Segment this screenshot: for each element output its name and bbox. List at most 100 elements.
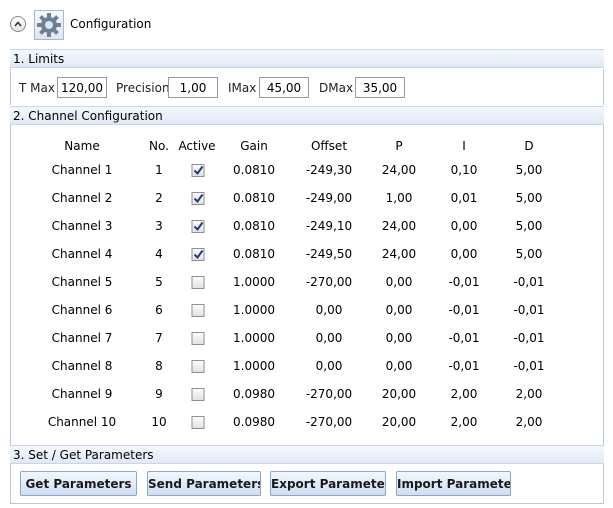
col-header-name: Name [64, 139, 100, 153]
channel-name-cell: Channel 6 [51, 303, 113, 317]
channel-name-cell: Channel 5 [51, 275, 113, 289]
channel-active-checkbox[interactable] [191, 192, 205, 205]
channel-p-cell: 0,00 [385, 359, 413, 373]
channel-p-cell: 24,00 [381, 219, 417, 233]
channel-offset-cell: -249,30 [305, 163, 353, 177]
channel-name-cell: Channel 9 [51, 387, 113, 401]
channel-d-cell: 5,00 [515, 191, 543, 205]
check-icon [193, 193, 204, 204]
col-header-offset: Offset [310, 139, 348, 153]
export-parameter-button[interactable]: Export Parameter [270, 471, 386, 496]
channel-name-cell: Channel 1 [51, 163, 113, 177]
channel-active-checkbox[interactable] [191, 276, 205, 289]
channel-d-cell: -0,01 [513, 275, 545, 289]
channel-gain-cell: 1.0000 [233, 275, 275, 289]
channel-i-cell: 2,00 [450, 387, 478, 401]
channel-no-cell: 6 [155, 303, 163, 317]
channel-gain-cell: 1.0000 [233, 331, 275, 345]
channel-d-cell: 5,00 [515, 247, 543, 261]
channel-gain-cell: 0.0980 [233, 415, 275, 429]
channel-d-cell: 2,00 [515, 415, 543, 429]
channel-p-cell: 0,00 [385, 275, 413, 289]
channel-offset-cell: -249,50 [305, 247, 353, 261]
col-header-gain: Gain [240, 139, 268, 153]
tmax-input[interactable] [57, 77, 107, 98]
channel-offset-cell: -270,00 [305, 415, 353, 429]
channel-offset-cell: -249,00 [305, 191, 353, 205]
precision-input[interactable] [168, 77, 218, 98]
channel-p-cell: 1,00 [385, 191, 413, 205]
col-header-d: D [524, 139, 534, 153]
channel-table: Name No. Active Gain Offset P I D Channe… [10, 125, 604, 445]
params-buttons-row: Get Parameters Send Parameters Export Pa… [10, 464, 604, 504]
channel-name-cell: Channel 2 [51, 191, 113, 205]
check-icon [193, 165, 204, 176]
channel-i-cell: 2,00 [450, 415, 478, 429]
channel-i-cell: -0,01 [448, 303, 480, 317]
channel-active-checkbox[interactable] [191, 220, 205, 233]
channel-no-cell: 1 [155, 163, 163, 177]
channel-offset-cell: 0,00 [315, 359, 343, 373]
imax-input[interactable] [259, 77, 309, 98]
col-header-i: I [462, 139, 466, 153]
channel-section-header: 2. Channel Configuration [10, 106, 604, 125]
channel-i-cell: 0,00 [450, 219, 478, 233]
channel-d-cell: 5,00 [515, 163, 543, 177]
channel-d-cell: 5,00 [515, 219, 543, 233]
col-header-p: P [395, 139, 403, 153]
channel-offset-cell: -270,00 [305, 275, 353, 289]
import-parameter-button[interactable]: Import Parameter [396, 471, 511, 496]
channel-offset-cell: -270,00 [305, 387, 353, 401]
channel-no-cell: 8 [155, 359, 163, 373]
channel-no-cell: 2 [155, 191, 163, 205]
limits-section-header: 1. Limits [10, 49, 604, 68]
channel-p-cell: 0,00 [385, 331, 413, 345]
col-header-no: No. [149, 139, 169, 153]
check-icon [193, 221, 204, 232]
channel-no-cell: 5 [155, 275, 163, 289]
channel-active-checkbox[interactable] [191, 332, 205, 345]
channel-d-cell: -0,01 [513, 303, 545, 317]
channel-active-checkbox[interactable] [191, 416, 205, 429]
channel-name-cell: Channel 7 [51, 331, 113, 345]
channel-name-cell: Channel 3 [51, 219, 113, 233]
channel-p-cell: 20,00 [381, 387, 417, 401]
channel-no-cell: 10 [151, 415, 167, 429]
tmax-label: T Max [19, 81, 55, 95]
channel-i-cell: -0,01 [448, 331, 480, 345]
channel-p-cell: 24,00 [381, 247, 417, 261]
channel-p-cell: 0,00 [385, 303, 413, 317]
channel-active-checkbox[interactable] [191, 248, 205, 261]
channel-d-cell: -0,01 [513, 359, 545, 373]
gear-icon [37, 13, 61, 37]
channel-active-checkbox[interactable] [191, 304, 205, 317]
channel-name-cell: Channel 10 [47, 415, 117, 429]
channel-offset-cell: 0,00 [315, 331, 343, 345]
channel-no-cell: 4 [155, 247, 163, 261]
channel-p-cell: 24,00 [381, 163, 417, 177]
channel-active-checkbox[interactable] [191, 164, 205, 177]
channel-name-cell: Channel 8 [51, 359, 113, 373]
check-icon [193, 249, 204, 260]
channel-i-cell: 0,01 [450, 191, 478, 205]
channel-i-cell: -0,01 [448, 275, 480, 289]
channel-gain-cell: 1.0000 [233, 303, 275, 317]
get-parameters-button[interactable]: Get Parameters [20, 471, 137, 496]
channel-no-cell: 7 [155, 331, 163, 345]
channel-active-checkbox[interactable] [191, 360, 205, 373]
channel-active-checkbox[interactable] [191, 388, 205, 401]
dmax-input[interactable] [355, 77, 405, 98]
channel-gain-cell: 0.0980 [233, 387, 275, 401]
channel-i-cell: -0,01 [448, 359, 480, 373]
channel-offset-cell: 0,00 [315, 303, 343, 317]
collapse-button[interactable] [10, 16, 26, 32]
channel-gain-cell: 0.0810 [233, 163, 275, 177]
channel-no-cell: 3 [155, 219, 163, 233]
panel-title: Configuration [70, 17, 152, 31]
panel-header: Configuration [0, 6, 613, 42]
imax-label: IMax [228, 81, 257, 95]
channel-no-cell: 9 [155, 387, 163, 401]
channel-i-cell: 0,00 [450, 247, 478, 261]
send-parameters-button[interactable]: Send Parameters [147, 471, 261, 496]
channel-gain-cell: 0.0810 [233, 191, 275, 205]
